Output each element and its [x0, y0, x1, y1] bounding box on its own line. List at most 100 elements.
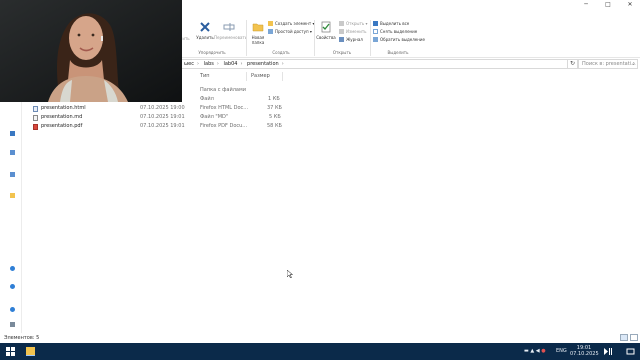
status-bar: Элементов: 5: [0, 333, 640, 343]
navigation-pane[interactable]: [0, 71, 22, 342]
open-group-label: Открыть: [332, 50, 352, 55]
file-size: 5 КБ: [269, 114, 281, 120]
large-icons-view-button[interactable]: [630, 334, 638, 341]
properties-button[interactable]: Свойства: [316, 21, 336, 40]
antivirus-icon[interactable]: ●: [541, 348, 545, 354]
file-size: 58 КБ: [267, 123, 282, 129]
delete-label: Удалить: [196, 35, 214, 40]
webcam-video-image: [0, 0, 182, 102]
action-center-icon[interactable]: [626, 347, 635, 356]
select-none-icon: [373, 29, 378, 34]
history-button[interactable]: Журнал: [339, 37, 363, 43]
table-row[interactable]: presentation.html 07.10.2025 19:00 Firef…: [24, 104, 284, 113]
html-file-icon: [33, 106, 38, 112]
delete-button[interactable]: Удалить: [194, 21, 216, 40]
invert-selection-button[interactable]: Обратить выделение: [373, 37, 425, 43]
chevron-right-icon: ›: [281, 61, 284, 67]
webcam-overlay: [0, 0, 182, 102]
file-type: Папка с файлами: [200, 87, 246, 93]
details-view-button[interactable]: [620, 334, 628, 341]
table-row[interactable]: presentation.pdf 07.10.2025 19:01 Firefo…: [24, 122, 284, 131]
easy-access-button[interactable]: Простой доступ ▾: [268, 29, 312, 35]
chevron-right-icon: ›: [197, 61, 200, 67]
file-explorer-taskbar-icon[interactable]: [26, 347, 35, 356]
pdf-file-icon: [33, 124, 38, 130]
rename-label: Переименовать: [214, 35, 248, 40]
new-folder-label: Новая папка: [251, 35, 265, 45]
select-all-button[interactable]: Выделить все: [373, 21, 409, 27]
edit-button[interactable]: Изменить: [339, 29, 367, 35]
close-button[interactable]: ✕: [620, 0, 640, 10]
search-placeholder: Поиск в: presentati...: [582, 61, 636, 67]
breadcrumb-item[interactable]: labs: [204, 61, 214, 67]
invert-selection-icon: [373, 37, 378, 42]
ribbon-separator: [370, 20, 371, 56]
media-icon[interactable]: [604, 347, 613, 356]
column-divider[interactable]: [282, 72, 283, 81]
ribbon-separator: [246, 20, 247, 56]
column-header-size[interactable]: Размер: [251, 73, 270, 79]
easy-access-icon: [268, 29, 273, 34]
invert-selection-label: Обратить выделение: [380, 37, 425, 42]
edit-label: Изменить: [346, 29, 367, 34]
select-all-icon: [373, 21, 378, 26]
new-folder-icon: [252, 23, 264, 32]
quick-access-icon[interactable]: [10, 131, 15, 136]
properties-label: Свойства: [316, 35, 336, 40]
language-indicator[interactable]: ENG: [556, 347, 567, 356]
mouse-cursor-icon: [287, 270, 293, 278]
clock[interactable]: 19:01 07.10.2025: [570, 345, 599, 357]
onedrive-icon[interactable]: [10, 284, 15, 289]
minimize-button[interactable]: ─: [576, 0, 596, 10]
column-header-type[interactable]: Тип: [200, 73, 210, 79]
network-icon[interactable]: ▲: [530, 348, 534, 354]
refresh-button[interactable]: ↻: [568, 59, 578, 69]
file-size: 1 КБ: [268, 96, 280, 102]
start-icon[interactable]: [6, 347, 15, 356]
breadcrumb-item[interactable]: presentation: [247, 61, 279, 67]
onedrive-icon[interactable]: [10, 266, 15, 271]
file-name: presentation.md: [41, 114, 83, 120]
new-item-icon: [268, 21, 273, 26]
this-pc-icon[interactable]: [10, 322, 15, 327]
taskbar: ▬ ▲ ◀ ● ENG 19:01 07.10.2025: [0, 343, 640, 360]
file-type: Firefox HTML Doc...: [200, 105, 249, 111]
maximize-button[interactable]: □: [598, 0, 618, 10]
new-folder-button[interactable]: Новая папка: [249, 21, 267, 45]
folder-icon[interactable]: [10, 193, 15, 198]
open-icon: [339, 21, 344, 26]
new-item-button[interactable]: Создать элемент ▾: [268, 21, 314, 27]
file-type: Файл "MD": [200, 114, 229, 120]
tray-icons[interactable]: ▬ ▲ ◀ ●: [524, 347, 546, 356]
select-all-label: Выделить все: [380, 21, 410, 26]
ribbon-separator: [314, 20, 315, 56]
column-divider[interactable]: [246, 72, 247, 81]
windows-logo-icon: [6, 347, 15, 356]
select-none-button[interactable]: Снять выделение: [373, 29, 417, 35]
table-row[interactable]: presentation.md 07.10.2025 19:01 Файл "M…: [24, 113, 284, 122]
chevron-right-icon: ›: [240, 61, 243, 67]
clock-date: 07.10.2025: [570, 351, 599, 357]
select-none-label: Снять выделение: [380, 29, 418, 34]
rename-icon: [223, 23, 235, 31]
search-icon: ⌕: [632, 61, 635, 67]
breadcrumb-item[interactable]: ωес: [184, 61, 194, 67]
chevron-right-icon: ›: [216, 61, 219, 67]
notification-icon[interactable]: ▬: [524, 348, 529, 354]
file-type: Файл: [200, 96, 214, 102]
address-bar[interactable]: ωес › labs › lab04 › presentation ›: [180, 59, 568, 69]
easy-access-label: Простой доступ ▾: [275, 29, 312, 34]
breadcrumb-item[interactable]: lab04: [223, 61, 237, 67]
properties-icon: [321, 21, 331, 33]
history-label: Журнал: [346, 37, 363, 42]
search-input[interactable]: Поиск в: presentati... ⌕: [578, 59, 638, 69]
open-button[interactable]: Открыть ▾: [339, 21, 368, 27]
volume-icon[interactable]: ◀: [536, 348, 540, 354]
folder-icon[interactable]: [10, 150, 15, 155]
folder-icon[interactable]: [10, 172, 15, 177]
onedrive-icon[interactable]: [10, 307, 15, 312]
history-icon: [339, 37, 344, 42]
item-count: Элементов: 5: [4, 335, 40, 341]
rename-button[interactable]: Переименовать: [214, 21, 248, 40]
create-group-label: Создать: [272, 50, 290, 55]
